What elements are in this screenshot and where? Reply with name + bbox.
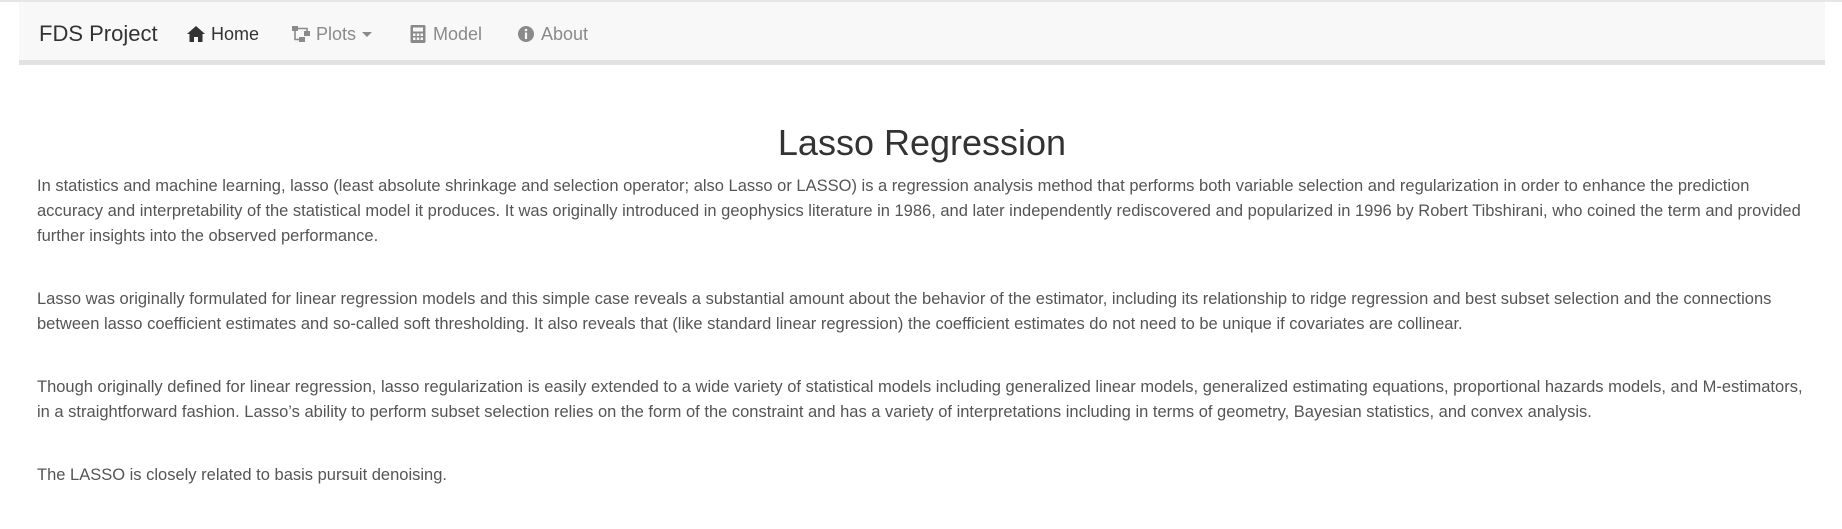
- nav-item-home-label: Home: [211, 24, 260, 44]
- paragraph-linear-regression: Lasso was originally formulated for line…: [37, 290, 1772, 333]
- sitemap-icon: [291, 24, 311, 44]
- navbar: FDS Project Home Plots Model About: [19, 2, 1825, 65]
- info-circle-icon: [516, 24, 536, 44]
- nav-item-model[interactable]: Model: [408, 22, 482, 46]
- navbar-brand[interactable]: FDS Project: [39, 20, 158, 48]
- nav-item-model-label: Model: [433, 24, 483, 44]
- calculator-icon: [408, 24, 428, 44]
- nav-item-plots-label: Plots: [316, 24, 357, 44]
- paragraph-basis-pursuit: The LASSO is closely related to basis pu…: [37, 466, 447, 484]
- chevron-down-icon: [362, 31, 373, 37]
- nav-item-about[interactable]: About: [516, 22, 588, 46]
- page-title: Lasso Regression: [777, 122, 1067, 163]
- paragraph-intro: In statistics and machine learning, lass…: [37, 177, 1801, 245]
- main-content: Lasso Regression In statistics and machi…: [37, 100, 1807, 488]
- paragraph-extensions: Though originally defined for linear reg…: [37, 378, 1803, 421]
- home-icon: [186, 24, 206, 44]
- nav-item-home[interactable]: Home: [186, 22, 259, 46]
- nav-item-about-label: About: [541, 24, 589, 44]
- nav-item-plots[interactable]: Plots: [291, 22, 373, 46]
